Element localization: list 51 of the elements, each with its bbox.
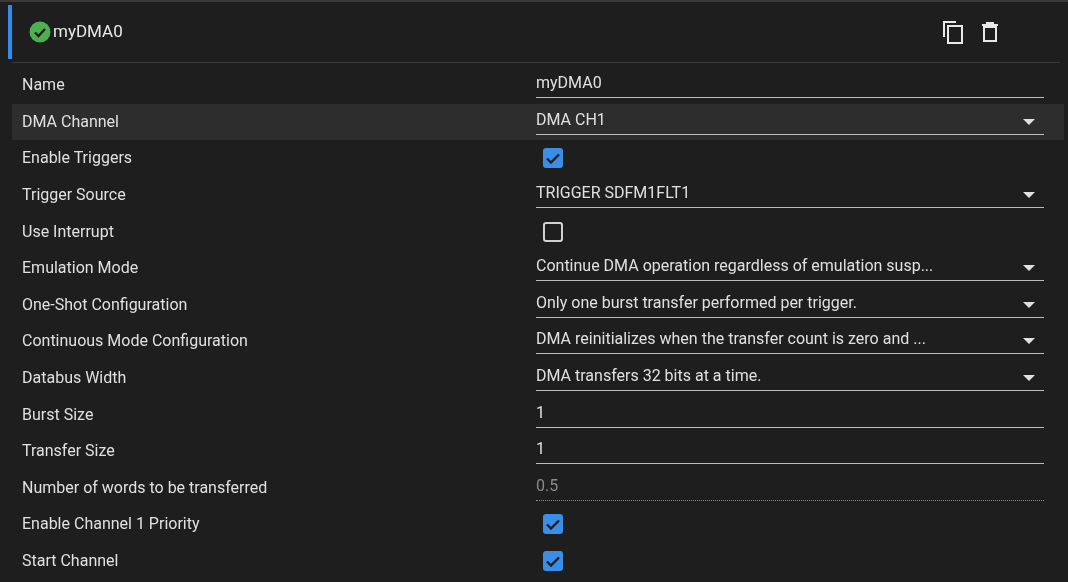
checkbox[interactable] — [543, 148, 563, 169]
property-row[interactable]: Start Channel — [12, 542, 1064, 580]
property-label: One-Shot Configuration — [21, 293, 189, 316]
text-field[interactable]: 1 — [536, 438, 1044, 465]
delete-icon[interactable] — [982, 22, 998, 42]
property-label: Burst Size — [21, 403, 95, 426]
property-row[interactable]: Continuous Mode Configuration DMA reinitializes when the transfer count is zero and ... — [12, 323, 1064, 360]
dropdown[interactable]: DMA transfers 32 bits at a time. — [536, 365, 1044, 392]
property-label: Number of words to be transferred — [21, 476, 269, 499]
property-label: Enable Triggers — [21, 147, 134, 170]
readonly-field: 0.5 — [536, 474, 1044, 501]
property-label: Emulation Mode — [21, 257, 140, 280]
property-label: DMA Channel — [21, 110, 120, 133]
caret-icon — [1023, 301, 1035, 309]
property-row[interactable]: One-Shot Configuration Only one burst transfer performed per trigger. — [12, 286, 1064, 324]
property-row[interactable]: Burst Size 1 — [12, 396, 1064, 433]
checkbox[interactable] — [543, 514, 563, 535]
text-field[interactable]: 1 — [536, 401, 1044, 428]
copy-icon[interactable] — [942, 20, 964, 44]
property-row[interactable]: Transfer Size 1 — [12, 432, 1064, 470]
checkbox[interactable] — [543, 551, 563, 571]
property-row[interactable]: Name myDMA0 — [12, 67, 1064, 104]
property-label: Transfer Size — [21, 440, 116, 463]
property-label: Continuous Mode Configuration — [21, 330, 249, 353]
module-title: myDMA0 — [53, 20, 123, 44]
dropdown[interactable]: TRIGGER SDFM1FLT1 — [536, 182, 1044, 209]
dropdown[interactable]: Continue DMA operation regardless of emulation susp... — [536, 255, 1044, 282]
property-row[interactable]: Use Interrupt — [12, 213, 1064, 250]
caret-icon — [1023, 192, 1035, 200]
property-row[interactable]: Databus Width DMA transfers 32 bits at a time. — [12, 359, 1064, 397]
property-label: Start Channel — [21, 550, 120, 572]
dropdown[interactable]: DMA reinitializes when the transfer count is zero and ... — [536, 328, 1044, 355]
property-row[interactable]: Emulation Mode Continue DMA operation regardless of emulation susp... — [12, 249, 1064, 287]
property-row[interactable]: DMA Channel DMA CH1 — [12, 103, 1064, 141]
dropdown[interactable]: DMA CH1 — [536, 108, 1044, 135]
dropdown[interactable]: Only one burst transfer performed per trigger. — [536, 291, 1044, 318]
caret-icon — [1023, 118, 1035, 126]
property-label: Name — [21, 74, 66, 97]
property-label: Databus Width — [21, 367, 128, 390]
caret-icon — [1023, 265, 1035, 273]
property-label: Use Interrupt — [21, 220, 115, 243]
property-row[interactable]: Enable Triggers — [12, 140, 1064, 177]
checkbox[interactable] — [543, 221, 563, 242]
text-field[interactable]: myDMA0 — [536, 72, 1044, 99]
property-row[interactable]: Enable Channel 1 Priority — [12, 506, 1064, 543]
caret-icon — [1023, 338, 1035, 346]
property-row[interactable]: Trigger Source TRIGGER SDFM1FLT1 — [12, 176, 1064, 214]
property-row[interactable]: Number of words to be transferred 0.5 — [12, 469, 1064, 507]
property-label: Trigger Source — [21, 184, 127, 207]
caret-icon — [1023, 375, 1035, 383]
property-label: Enable Channel 1 Priority — [21, 513, 201, 536]
